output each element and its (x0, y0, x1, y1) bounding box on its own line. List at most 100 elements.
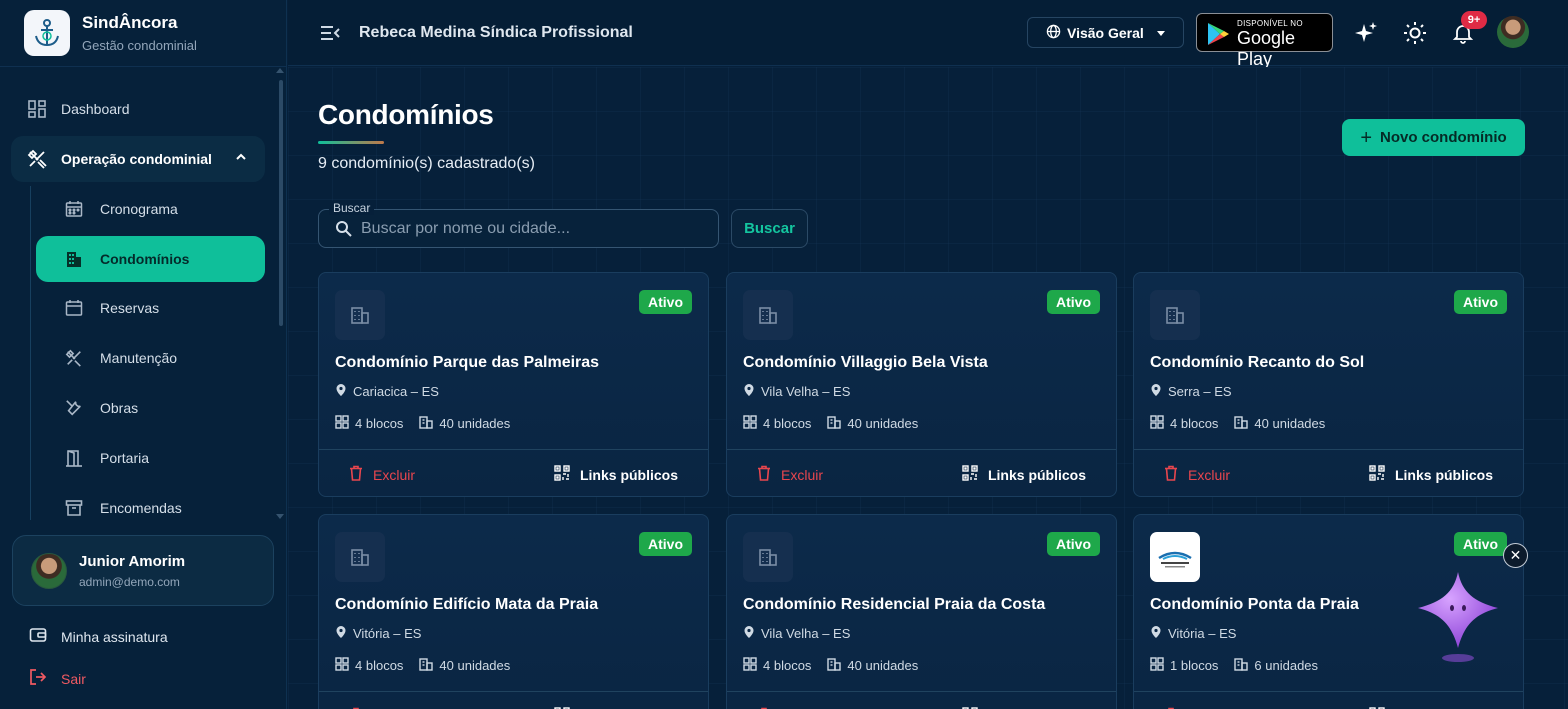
sidebar-item-manutencao[interactable]: Manutenção (36, 335, 265, 381)
avatar (31, 552, 67, 589)
condominium-logo (1150, 532, 1200, 582)
divider (319, 449, 708, 450)
sparkles-icon[interactable] (1353, 20, 1379, 46)
condominium-card[interactable]: Ativo Condomínio Edifício Mata da Praia Vi… (318, 514, 709, 709)
chevron-up-icon (235, 150, 247, 166)
subscription-link[interactable]: Minha assinatura (29, 626, 168, 647)
building-icon (335, 290, 385, 340)
sidebar-item-label: Condomínios (100, 251, 190, 267)
condominium-location: Vitória – ES (335, 625, 421, 642)
notification-badge: 9+ (1461, 11, 1487, 29)
sidebar-item-portaria[interactable]: Portaria (36, 435, 265, 481)
divider (727, 691, 1116, 692)
units-count: 40 unidades (1254, 416, 1326, 431)
building-icon (335, 532, 385, 582)
sidebar-item-obras[interactable]: Obras (36, 385, 265, 431)
sidebar-item-reservas[interactable]: Reservas (36, 285, 265, 331)
sidebar-item-dashboard[interactable]: Dashboard (11, 87, 265, 131)
blocks-count: 1 blocos (1170, 658, 1219, 673)
menu-collapse-icon[interactable] (319, 22, 341, 44)
qr-code-icon (962, 465, 978, 484)
avatar[interactable] (1497, 16, 1529, 48)
submenu-line (30, 186, 31, 520)
scroll-up-arrow[interactable] (276, 68, 284, 73)
public-links-button[interactable]: Links públicos (962, 465, 1086, 484)
condominium-name[interactable]: Condomínio Ponta da Praia (1150, 596, 1359, 614)
public-links-label: Links públicos (987, 466, 1086, 483)
building-icon (743, 532, 793, 582)
search-button[interactable]: Buscar (731, 209, 808, 248)
sidebar-item-label: Manutenção (100, 350, 178, 366)
units-count: 40 unidades (847, 658, 919, 673)
sidebar-item-label: Encomendas (100, 500, 182, 516)
search-icon (335, 220, 352, 242)
user-email: admin@demo.com (79, 574, 180, 589)
close-icon[interactable]: ✕ (1503, 543, 1528, 568)
logout-icon (29, 668, 47, 689)
delete-button[interactable]: Excluir (757, 465, 823, 484)
condominium-location: Vila Velha – ES (743, 625, 850, 642)
sidebar-item-condominios[interactable]: Condomínios (36, 236, 265, 282)
condominium-name[interactable]: Condomínio Recanto do Sol (1150, 354, 1364, 372)
google-play-icon (1205, 21, 1231, 52)
condominium-location: Cariacica – ES (335, 383, 439, 400)
condominium-card[interactable]: Ativo Condomínio Parque das Palmeiras Cari… (318, 272, 709, 497)
delete-label: Excluir (1188, 466, 1231, 483)
view-select[interactable]: Visão Geral (1027, 17, 1184, 48)
sidebar-item-label: Portaria (100, 450, 150, 466)
condominium-card[interactable]: Ativo Condomínio Villaggio Bela Vista Vila… (726, 272, 1117, 497)
condominium-name[interactable]: Condomínio Residencial Praia da Costa (743, 596, 1045, 614)
new-condominium-button[interactable]: + Novo condomínio (1342, 119, 1525, 156)
sidebar-scrollbar[interactable] (279, 80, 283, 326)
condominium-location: Vitória – ES (1150, 625, 1236, 642)
divider (319, 691, 708, 692)
public-links-label: Links públicos (1394, 466, 1493, 483)
sidebar: SindÂncora Gestão condominial Dashboard … (0, 0, 287, 709)
sidebar-nav: Dashboard Operação condominial Cronogram… (0, 68, 287, 520)
condominium-name[interactable]: Condomínio Villaggio Bela Vista (743, 354, 988, 372)
sidebar-item-cronograma[interactable]: Cronograma (36, 186, 265, 232)
user-name: Junior Amorim (79, 552, 186, 570)
brand[interactable]: SindÂncora Gestão condominial (24, 10, 197, 56)
public-links-button[interactable]: Links públicos (1369, 465, 1493, 484)
condominium-stats: 4 blocos 40 unidades (335, 657, 526, 674)
delete-label: Excluir (373, 466, 416, 483)
sidebar-item-label: Dashboard (61, 101, 130, 117)
title-underline (318, 141, 384, 144)
new-condominium-label: Novo condomínio (1380, 129, 1507, 146)
sidebar-item-label: Obras (100, 400, 139, 416)
delete-button[interactable]: Excluir (349, 465, 415, 484)
delete-button[interactable]: Excluir (1164, 465, 1230, 484)
condominium-name[interactable]: Condomínio Parque das Palmeiras (335, 354, 599, 372)
qr-code-icon (1369, 465, 1385, 484)
logout-link[interactable]: Sair (29, 668, 86, 689)
condominium-name[interactable]: Condomínio Edifício Mata da Praia (335, 596, 598, 614)
anchor-logo-icon (24, 10, 70, 56)
sidebar-group-operacao[interactable]: Operação condominial (11, 136, 265, 182)
units-icon (419, 415, 439, 432)
condominium-stats: 1 blocos 6 unidades (1150, 657, 1334, 674)
condominium-card[interactable]: Ativo Condomínio Recanto do Sol Serra – ES… (1133, 272, 1524, 497)
assistant-mascot[interactable] (1414, 568, 1502, 668)
scroll-down-arrow[interactable] (276, 514, 284, 519)
sun-icon[interactable] (1402, 20, 1428, 46)
condominium-stats: 4 blocos 40 unidades (743, 657, 934, 674)
blocks-count: 4 blocos (1170, 416, 1219, 431)
user-card[interactable]: Junior Amorim admin@demo.com (12, 535, 274, 606)
divider (1134, 691, 1523, 692)
google-play-button[interactable]: DISPONÍVEL NO Google Play (1196, 13, 1333, 69)
public-links-button[interactable]: Links públicos (554, 465, 678, 484)
building-icon (64, 249, 84, 269)
calendar-icon (64, 298, 84, 318)
condominium-stats: 4 blocos 40 unidades (743, 415, 934, 432)
archive-icon (64, 498, 84, 518)
tools-icon (27, 149, 47, 169)
location-pin-icon (743, 383, 755, 400)
units-count: 40 unidades (847, 416, 919, 431)
condominium-stats: 4 blocos 40 unidades (335, 415, 526, 432)
condominium-card[interactable]: Ativo Condomínio Residencial Praia da Cos… (726, 514, 1117, 709)
sidebar-item-encomendas[interactable]: Encomendas (36, 485, 265, 520)
qr-code-icon (554, 465, 570, 484)
page-title: Condomínios (318, 99, 494, 130)
search-input[interactable] (361, 216, 701, 242)
